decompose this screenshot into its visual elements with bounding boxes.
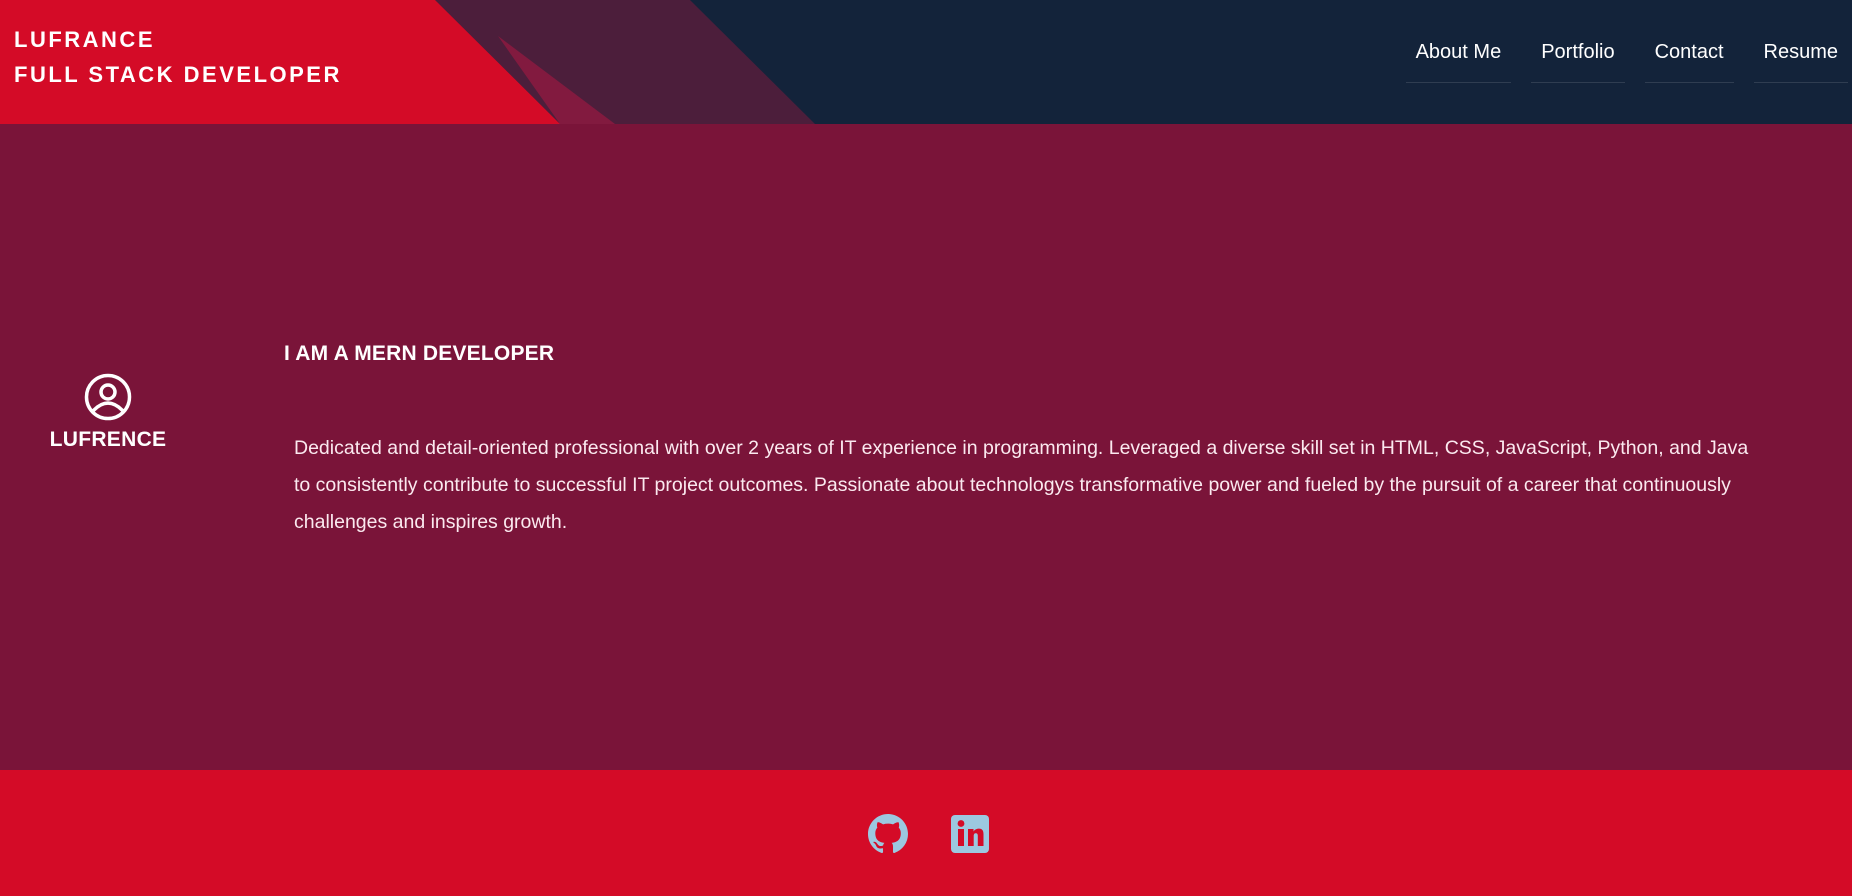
github-link[interactable] [868, 814, 908, 854]
about-headline: I AM A MERN DEVELOPER [284, 342, 555, 365]
page: LUFRANCE FULL STACK DEVELOPER About Me P… [0, 0, 1852, 896]
brand-role: FULL STACK DEVELOPER [14, 62, 342, 87]
linkedin-link[interactable] [950, 814, 990, 854]
brand[interactable]: LUFRANCE FULL STACK DEVELOPER [14, 22, 342, 92]
nav-link-portfolio[interactable]: Portfolio [1531, 33, 1625, 83]
nav-link-resume[interactable]: Resume [1753, 33, 1848, 83]
main-nav: About Me Portfolio Contact Resume [1405, 33, 1848, 83]
github-icon [868, 814, 908, 854]
nav-link-contact[interactable]: Contact [1644, 33, 1734, 83]
social-links [868, 814, 990, 854]
nav-link-about-me[interactable]: About Me [1405, 33, 1512, 83]
about-bio: Dedicated and detail-oriented profession… [294, 437, 1749, 533]
brand-name: LUFRANCE [14, 27, 155, 52]
user-circle-icon [84, 373, 132, 421]
profile-name: LUFRENCE [49, 428, 167, 451]
profile-card: LUFRENCE [48, 372, 168, 452]
site-footer [0, 770, 1852, 896]
about-section: LUFRENCE I AM A MERN DEVELOPER Dedicated… [0, 124, 1852, 770]
site-header: LUFRANCE FULL STACK DEVELOPER About Me P… [0, 0, 1852, 124]
linkedin-icon [951, 815, 989, 853]
